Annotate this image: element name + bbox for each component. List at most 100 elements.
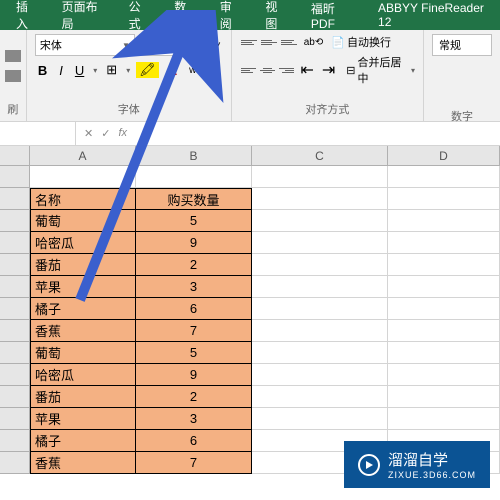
cell-qty[interactable]: 3	[136, 408, 252, 430]
cell-header-name[interactable]: 名称	[30, 188, 136, 210]
fx-button[interactable]: fx	[118, 127, 127, 140]
cell-header-qty[interactable]: 购买数量	[136, 188, 252, 210]
align-top-icon[interactable]	[240, 34, 258, 50]
row-header[interactable]	[0, 430, 30, 452]
underline-button[interactable]: U	[72, 61, 87, 80]
row-header[interactable]	[0, 188, 30, 210]
cell-name[interactable]: 橘子	[30, 298, 136, 320]
cell-qty[interactable]: 5	[136, 342, 252, 364]
cell[interactable]	[252, 364, 388, 386]
cell-qty[interactable]: 7	[136, 452, 252, 474]
cell-qty[interactable]: 6	[136, 430, 252, 452]
cell-name[interactable]: 哈密瓜	[30, 232, 136, 254]
cell-name[interactable]: 番茄	[30, 386, 136, 408]
row-header[interactable]	[0, 408, 30, 430]
enter-icon[interactable]: ✓	[101, 127, 110, 140]
italic-button[interactable]: I	[56, 61, 66, 80]
row-header[interactable]	[0, 320, 30, 342]
decrease-font-icon[interactable]: A˅	[206, 38, 223, 53]
cell[interactable]	[252, 254, 388, 276]
row-header[interactable]	[0, 342, 30, 364]
indent-decrease-icon[interactable]: ⇤	[297, 58, 316, 82]
cell-name[interactable]: 香蕉	[30, 320, 136, 342]
cell-name[interactable]: 苹果	[30, 276, 136, 298]
cell-name[interactable]: 葡萄	[30, 342, 136, 364]
row-header[interactable]	[0, 210, 30, 232]
cell[interactable]	[252, 210, 388, 232]
orientation-button[interactable]: ab⟲	[304, 37, 324, 48]
wrap-text-button[interactable]: 📄 自动换行	[331, 34, 391, 50]
cell[interactable]	[388, 320, 500, 342]
indent-increase-icon[interactable]: ⇥	[319, 58, 338, 82]
cell[interactable]	[388, 386, 500, 408]
cell[interactable]	[252, 408, 388, 430]
cell[interactable]	[388, 364, 500, 386]
font-color-button[interactable]: A	[165, 61, 180, 80]
format-painter-icon[interactable]	[5, 70, 21, 82]
cell[interactable]	[252, 298, 388, 320]
row-header[interactable]	[0, 386, 30, 408]
row-header[interactable]	[0, 166, 30, 188]
cell-name[interactable]: 苹果	[30, 408, 136, 430]
row-header[interactable]	[0, 364, 30, 386]
align-bottom-icon[interactable]	[280, 34, 298, 50]
align-right-icon[interactable]	[278, 62, 295, 78]
cell-name[interactable]: 哈密瓜	[30, 364, 136, 386]
cell[interactable]	[388, 232, 500, 254]
align-center-icon[interactable]	[259, 62, 276, 78]
cell-qty[interactable]: 2	[136, 386, 252, 408]
cell[interactable]	[388, 210, 500, 232]
cell-qty[interactable]: 7	[136, 320, 252, 342]
cell[interactable]	[388, 342, 500, 364]
number-format-select[interactable]: 常规	[432, 34, 492, 56]
col-header-b[interactable]: B	[136, 146, 252, 165]
col-header-a[interactable]: A	[30, 146, 136, 165]
cell[interactable]	[252, 188, 388, 210]
cell[interactable]	[388, 188, 500, 210]
cell[interactable]	[252, 276, 388, 298]
border-button[interactable]: ⊞	[103, 60, 120, 80]
cell-qty[interactable]: 9	[136, 232, 252, 254]
copy-icon[interactable]	[5, 50, 21, 62]
cell-qty[interactable]: 6	[136, 298, 252, 320]
cell[interactable]	[30, 166, 136, 188]
cell[interactable]	[252, 232, 388, 254]
cell[interactable]	[252, 386, 388, 408]
cell-qty[interactable]: 3	[136, 276, 252, 298]
cell[interactable]	[388, 298, 500, 320]
cancel-icon[interactable]: ✕	[84, 127, 93, 140]
increase-font-icon[interactable]: A^	[187, 38, 202, 53]
row-header[interactable]	[0, 276, 30, 298]
col-header-d[interactable]: D	[388, 146, 500, 165]
cell[interactable]	[136, 166, 252, 188]
cell-qty[interactable]: 5	[136, 210, 252, 232]
bold-button[interactable]: B	[35, 61, 50, 80]
cell[interactable]	[388, 276, 500, 298]
row-header[interactable]	[0, 298, 30, 320]
align-middle-icon[interactable]	[260, 34, 278, 50]
cell[interactable]	[252, 320, 388, 342]
align-left-icon[interactable]	[240, 62, 257, 78]
phonetic-button[interactable]: wén	[186, 63, 210, 78]
row-header[interactable]	[0, 254, 30, 276]
font-size-select[interactable]: 11 ▼	[139, 34, 183, 56]
font-name-select[interactable]: 宋体 ▼	[35, 34, 135, 56]
col-header-c[interactable]: C	[252, 146, 388, 165]
cell[interactable]	[388, 254, 500, 276]
cell-qty[interactable]: 9	[136, 364, 252, 386]
cell[interactable]	[252, 342, 388, 364]
row-header[interactable]	[0, 232, 30, 254]
cell[interactable]	[252, 166, 388, 188]
name-box[interactable]	[0, 122, 76, 145]
cell-name[interactable]: 香蕉	[30, 452, 136, 474]
cell-name[interactable]: 葡萄	[30, 210, 136, 232]
cell-name[interactable]: 橘子	[30, 430, 136, 452]
cell-qty[interactable]: 2	[136, 254, 252, 276]
fill-color-button[interactable]: 🖍	[136, 62, 159, 78]
cell[interactable]	[388, 408, 500, 430]
row-header[interactable]	[0, 452, 30, 474]
cell-name[interactable]: 番茄	[30, 254, 136, 276]
cell[interactable]	[388, 166, 500, 188]
merge-center-button[interactable]: ⊟ 合并后居中 ▾	[346, 54, 415, 86]
select-all-corner[interactable]	[0, 146, 30, 165]
